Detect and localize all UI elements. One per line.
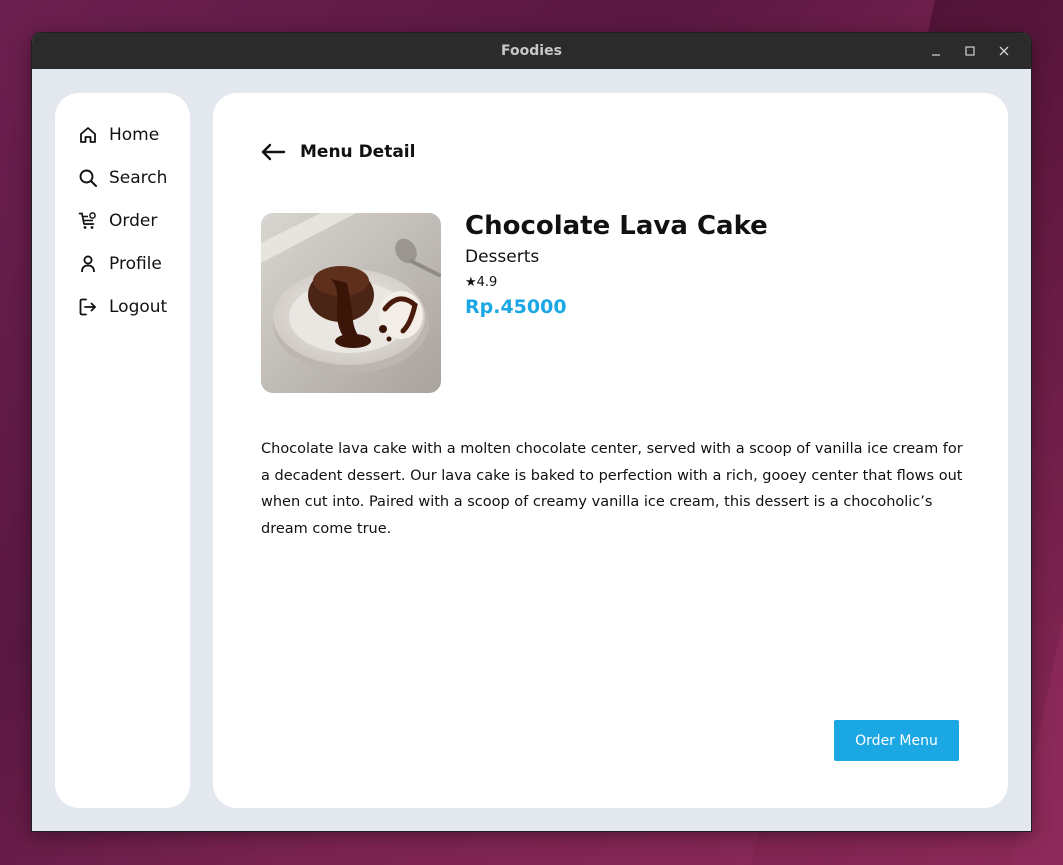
menu-detail-panel: Menu Detail Chocolate Lava Cake Desserts…	[213, 93, 1008, 808]
sidebar-item-label: Profile	[109, 253, 162, 274]
food-category: Desserts	[465, 247, 540, 267]
sidebar-item-home[interactable]: Home	[55, 113, 190, 156]
arrow-left-icon	[261, 143, 286, 161]
food-image	[261, 213, 441, 393]
maximize-button[interactable]	[953, 33, 987, 69]
user-icon	[77, 253, 99, 275]
close-icon	[999, 46, 1009, 56]
food-info: Chocolate Lava Cake Desserts ★4.9 Rp.450…	[465, 211, 768, 318]
sidebar-item-logout[interactable]: Logout	[55, 285, 190, 328]
window-title: Foodies	[501, 43, 562, 59]
window-controls	[919, 33, 1021, 69]
food-name: Chocolate Lava Cake	[465, 211, 768, 241]
food-description: Chocolate lava cake with a molten chocol…	[261, 441, 963, 537]
maximize-icon	[965, 46, 975, 56]
sidebar-item-profile[interactable]: Profile	[55, 242, 190, 285]
home-icon	[77, 124, 99, 146]
minimize-icon	[932, 54, 940, 56]
app-window: Foodies Home Search Order Profile Logout…	[31, 32, 1032, 832]
app-content: Home Search Order Profile Logout Menu De…	[32, 69, 1031, 831]
minimize-button[interactable]	[919, 33, 953, 69]
sidebar-item-order[interactable]: Order	[55, 199, 190, 242]
food-rating: ★4.9	[465, 275, 498, 290]
sidebar-item-search[interactable]: Search	[55, 156, 190, 199]
order-menu-button[interactable]: Order Menu	[834, 720, 959, 761]
sidebar-item-label: Home	[109, 124, 160, 145]
sidebar-item-label: Logout	[109, 296, 168, 317]
logout-icon	[77, 296, 99, 318]
header-row: Menu Detail	[260, 141, 415, 163]
search-icon	[77, 167, 99, 189]
food-price: Rp.45000	[465, 296, 567, 318]
sidebar: Home Search Order Profile Logout	[55, 93, 190, 808]
sidebar-item-label: Order	[109, 210, 158, 231]
sidebar-item-label: Search	[109, 167, 168, 188]
title-bar[interactable]: Foodies	[32, 33, 1031, 69]
back-button[interactable]	[260, 141, 286, 163]
close-button[interactable]	[987, 33, 1021, 69]
cart-icon	[77, 210, 99, 232]
page-title: Menu Detail	[300, 142, 416, 162]
